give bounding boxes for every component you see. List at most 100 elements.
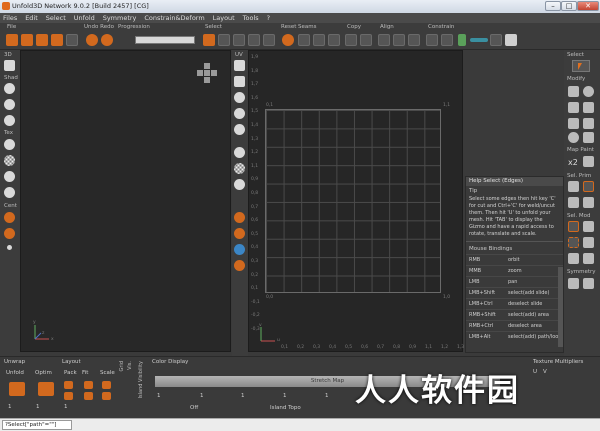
uv-tex-checker-icon[interactable]	[234, 163, 245, 174]
menu-select[interactable]: Select	[43, 13, 69, 23]
pack-value[interactable]: 1	[64, 404, 68, 410]
select-face-icon[interactable]	[263, 34, 275, 46]
symmetry-axis-icon[interactable]	[583, 278, 594, 289]
prim-face-icon[interactable]	[568, 197, 579, 208]
optim-iterations[interactable]: 1	[36, 404, 40, 410]
align-right-icon[interactable]	[408, 34, 420, 46]
view-cube-bottom[interactable]	[204, 77, 210, 83]
view-cube-right[interactable]	[211, 70, 217, 76]
constrain-horizontal-icon[interactable]	[470, 38, 488, 42]
shade-wire-icon[interactable]	[4, 115, 15, 126]
constrain-pin-icon[interactable]	[426, 34, 438, 46]
mod-loop-icon[interactable]	[568, 221, 579, 232]
help-scrollbar[interactable]	[558, 267, 563, 347]
off-option[interactable]: Off	[190, 405, 198, 411]
copy-icon[interactable]	[345, 34, 357, 46]
minimize-button[interactable]: –	[545, 1, 561, 11]
mod-ring-icon[interactable]	[583, 221, 594, 232]
open-file-icon[interactable]	[21, 34, 33, 46]
fit-button[interactable]	[84, 381, 93, 389]
unfold-button[interactable]	[9, 382, 25, 396]
paint-brush-icon[interactable]	[583, 156, 594, 167]
redo-icon[interactable]	[101, 34, 113, 46]
menu-constrain-deform[interactable]: Constrain&Deform	[141, 13, 207, 23]
mod-path-icon[interactable]	[568, 253, 579, 264]
save-as-icon[interactable]	[51, 34, 63, 46]
maximize-button[interactable]: □	[561, 1, 577, 11]
select-edge-icon[interactable]	[248, 34, 260, 46]
new-file-icon[interactable]	[6, 34, 18, 46]
uv-center-select-icon[interactable]	[234, 228, 245, 239]
uv-grid-icon[interactable]	[234, 76, 245, 87]
scale-icon[interactable]	[568, 102, 579, 113]
help-title[interactable]: Help Select (Edges)	[466, 177, 563, 186]
import-icon[interactable]	[66, 34, 78, 46]
relax-icon[interactable]	[583, 118, 594, 129]
gizmo-move-icon[interactable]	[490, 34, 502, 46]
center-icon[interactable]	[4, 212, 15, 223]
scale-button[interactable]	[102, 381, 111, 389]
gizmo-cross-icon[interactable]	[505, 34, 517, 46]
tex-checker-icon[interactable]	[4, 155, 15, 166]
seam-weld-icon[interactable]	[313, 34, 325, 46]
align-left-icon[interactable]	[378, 34, 390, 46]
cd-value[interactable]: 1	[325, 393, 329, 399]
uv-tex-off-icon[interactable]	[234, 147, 245, 158]
prim-vertex-icon[interactable]	[568, 181, 579, 192]
move-icon[interactable]	[568, 86, 579, 97]
cd-value[interactable]: 1	[200, 393, 204, 399]
tex-stretch-icon[interactable]	[4, 171, 15, 182]
rotate-icon[interactable]	[583, 86, 594, 97]
undo-icon[interactable]	[86, 34, 98, 46]
seam-cut-icon[interactable]	[298, 34, 310, 46]
menu-edit[interactable]: Edit	[22, 13, 41, 23]
symmetry-mirror-icon[interactable]	[568, 278, 579, 289]
menu-files[interactable]: Files	[0, 13, 20, 23]
cd-value[interactable]: 1	[157, 393, 161, 399]
menu-layout[interactable]: Layout	[210, 13, 238, 23]
shade-flat-icon[interactable]	[4, 99, 15, 110]
mod-grow-icon[interactable]	[583, 237, 594, 248]
pack-button[interactable]	[64, 381, 73, 389]
close-button[interactable]: ✕	[577, 1, 599, 11]
tex-custom-icon[interactable]	[4, 187, 15, 198]
uv-color-icon[interactable]	[234, 244, 245, 255]
select-arrow-button[interactable]	[572, 60, 590, 72]
view-cube-front[interactable]	[204, 70, 210, 76]
uv-flat-icon[interactable]	[234, 108, 245, 119]
uv-shade-icon[interactable]	[234, 92, 245, 103]
constrain-unpin-icon[interactable]	[441, 34, 453, 46]
menu-help[interactable]: ?	[264, 13, 273, 23]
viewport-uv[interactable]: 0,1 1,1 0,0 1,0 1,9 1,8 1,7 1,6 1,5 1,4 1,3 1,2…	[248, 50, 464, 352]
menu-symmetry[interactable]: Symmetry	[100, 13, 140, 23]
island-topo-option[interactable]: Island Topo	[270, 405, 301, 411]
pack-rotate-button[interactable]	[64, 392, 73, 400]
view3d-frame-icon[interactable]	[4, 60, 15, 71]
paste-icon[interactable]	[360, 34, 372, 46]
unfold-u-icon[interactable]	[568, 132, 579, 143]
select-vertex-icon[interactable]	[233, 34, 245, 46]
scale-uniform-button[interactable]	[102, 392, 111, 400]
command-field[interactable]: ?Select["path"=""]	[2, 420, 72, 430]
menu-tools[interactable]: Tools	[240, 13, 262, 23]
cd-value[interactable]: 1	[241, 393, 245, 399]
deselect-icon[interactable]	[203, 34, 215, 46]
cd-value[interactable]: 1	[283, 393, 287, 399]
center-select-icon[interactable]	[4, 228, 15, 239]
uv-wire-icon[interactable]	[234, 124, 245, 135]
view-cube-left[interactable]	[197, 70, 203, 76]
select-mode-icon[interactable]	[218, 34, 230, 46]
shade-smooth-icon[interactable]	[4, 83, 15, 94]
prim-edge-icon[interactable]	[583, 181, 594, 192]
unfold-iterations[interactable]: 1	[8, 404, 12, 410]
tex-off-icon[interactable]	[4, 139, 15, 150]
fit-origin-button[interactable]	[84, 392, 93, 400]
weld-icon[interactable]	[583, 132, 594, 143]
straighten-icon[interactable]	[568, 118, 579, 129]
reset-icon[interactable]	[282, 34, 294, 46]
align-center-icon[interactable]	[393, 34, 405, 46]
menu-unfold[interactable]: Unfold	[71, 13, 98, 23]
x2-label[interactable]: x2	[568, 158, 578, 167]
view-cube-top[interactable]	[204, 63, 210, 69]
mod-shrink-icon[interactable]	[583, 253, 594, 264]
